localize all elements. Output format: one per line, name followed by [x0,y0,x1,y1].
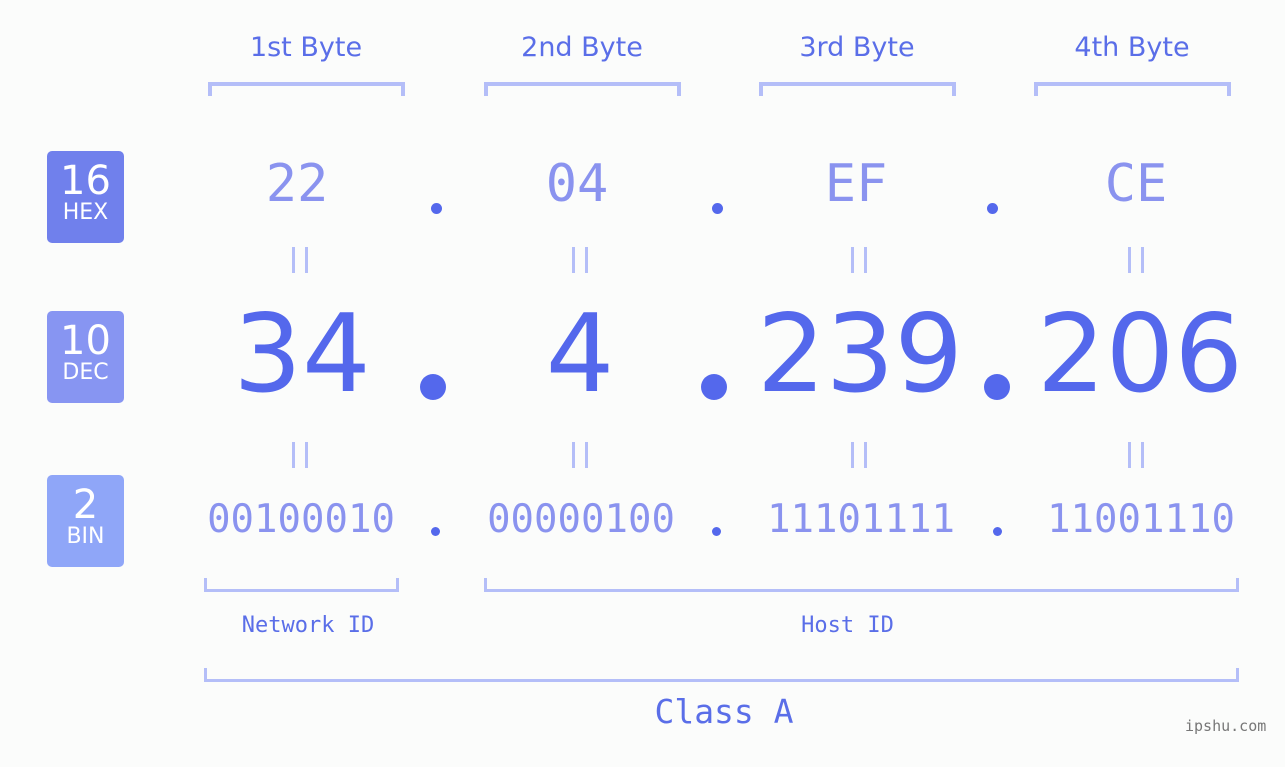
dec-separator-dot [701,374,727,400]
equals-icon [572,247,588,273]
byte-label-4: 4th Byte [1074,32,1190,63]
host-id-bracket [484,578,1239,592]
hex-value-3: EF [824,154,888,214]
bin-separator-dot [993,527,1002,536]
dec-badge: 10 DEC [47,311,124,403]
equals-icon [572,442,588,468]
dec-value-3: 239 [756,292,964,417]
hex-label: HEX [62,200,109,225]
equals-icon [1128,247,1144,273]
byte-label-3: 3rd Byte [799,32,915,63]
hex-badge: 16 HEX [47,151,124,243]
dec-separator-dot [984,374,1010,400]
byte-label-2: 2nd Byte [521,32,643,63]
watermark: ipshu.com [1185,717,1267,735]
bin-badge: 2 BIN [47,475,124,567]
dec-separator-dot [420,374,446,400]
network-id-label: Network ID [241,613,375,638]
hex-separator-dot [712,203,723,214]
hex-base: 16 [60,158,111,204]
hex-value-4: CE [1104,154,1168,214]
equals-icon [851,247,867,273]
byte-label-1: 1st Byte [249,32,363,63]
dec-base: 10 [60,318,111,364]
dec-value-1: 34 [233,292,371,417]
hex-separator-dot [431,203,442,214]
dec-label: DEC [62,360,109,385]
class-label: Class A [654,692,794,731]
dec-value-2: 4 [545,292,615,417]
network-id-bracket [204,578,399,592]
byte-bracket-1 [208,82,405,96]
bin-base: 2 [72,482,99,528]
equals-icon [1128,442,1144,468]
class-bracket [204,668,1239,682]
bin-value-2: 00000100 [487,497,675,542]
bin-value-1: 00100010 [207,497,395,542]
byte-bracket-3 [759,82,956,96]
host-id-label: Host ID [801,613,894,638]
equals-icon [851,442,867,468]
bin-separator-dot [712,527,721,536]
hex-value-1: 22 [265,154,329,214]
bin-value-4: 11001110 [1047,497,1235,542]
bin-value-3: 11101111 [767,497,955,542]
equals-icon [292,247,308,273]
bin-label: BIN [66,524,105,549]
dec-value-4: 206 [1036,292,1244,417]
byte-bracket-4 [1034,82,1231,96]
byte-bracket-2 [484,82,681,96]
equals-icon [292,442,308,468]
hex-value-2: 04 [545,154,609,214]
bin-separator-dot [431,527,440,536]
hex-separator-dot [987,203,998,214]
